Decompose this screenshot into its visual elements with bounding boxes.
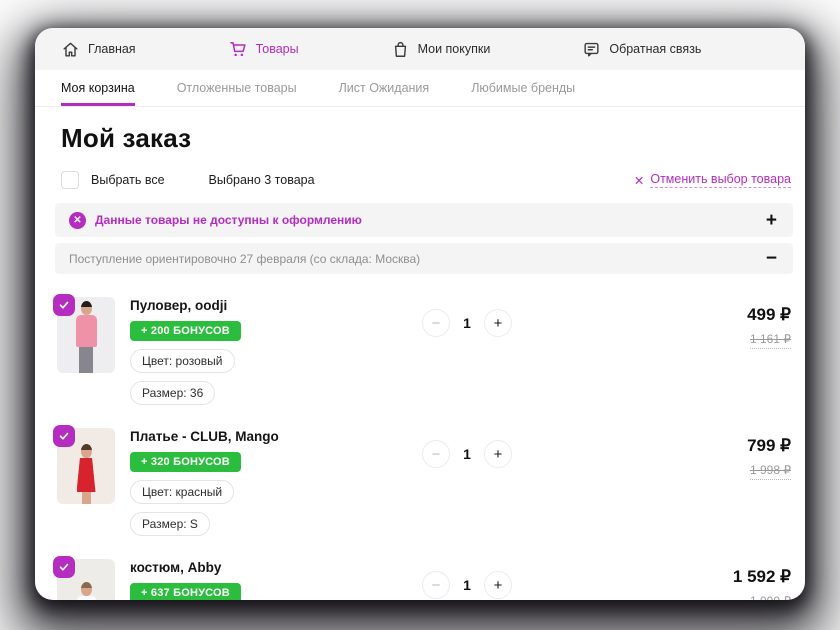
check-icon [58,299,70,311]
product-image[interactable] [57,297,115,373]
product-info: костюм, Abby + 637 БОНУСОВ Цвет: белый, … [130,559,422,600]
select-all-checkbox[interactable] [61,171,79,189]
product-title: Платье - CLUB, Mango [130,429,422,444]
select-all-label: Выбрать все [91,173,165,187]
tab-my-cart[interactable]: Моя корзина [61,70,135,106]
color-pill: Цвет: красный [130,480,234,504]
product-row: костюм, Abby + 637 БОНУСОВ Цвет: белый, … [55,546,793,600]
selected-count: Выбрано 3 товара [209,173,315,187]
cancel-selection-link[interactable]: ✕ Отменить выбор товара [634,172,791,188]
figure-top [76,315,97,347]
cancel-selection-label: Отменить выбор товара [650,172,791,188]
figure-head [81,301,92,315]
product-title: Пуловер, oodji [130,298,422,313]
nav-item-label: Главная [88,42,136,56]
size-pill: Размер: 36 [130,381,215,405]
product-checkbox[interactable] [53,294,75,316]
current-price: 1 592 ₽ [733,567,791,587]
old-price: 1 990 ₽ [750,594,791,600]
current-price: 499 ₽ [747,305,791,325]
current-price: 799 ₽ [747,436,791,456]
figure-top [77,596,96,600]
figure-head [81,444,92,458]
bonus-badge: + 637 БОНУСОВ [130,583,241,600]
tab-waiting-list[interactable]: Лист Ожидания [339,70,430,106]
quantity-value: 1 [463,315,471,331]
nav-item-label: Обратная связь [609,42,701,56]
close-icon: ✕ [634,173,644,188]
selection-row: Выбрать все Выбрано 3 товара ✕ Отменить … [61,171,793,189]
quantity-stepper: − 1 + [422,571,512,599]
product-row: Пуловер, oodji + 200 БОНУСОВ Цвет: розов… [55,284,793,405]
tab-deferred[interactable]: Отложенные товары [177,70,297,106]
arrival-banner-text: Поступление ориентировочно 27 февраля (с… [69,252,420,266]
check-icon [58,561,70,573]
product-info: Пуловер, oodji + 200 БОНУСОВ Цвет: розов… [130,297,422,405]
color-pill: Цвет: розовый [130,349,235,373]
figure-head [81,582,92,596]
product-checkbox[interactable] [53,425,75,447]
product-checkbox[interactable] [53,556,75,578]
cart-content: Мой заказ Выбрать все Выбрано 3 товара ✕… [35,123,805,600]
increase-button[interactable]: + [484,309,512,337]
bonus-badge: + 320 БОНУСОВ [130,452,241,472]
nav-item-home[interactable]: Главная [61,40,136,59]
size-pill: Размер: S [130,512,210,536]
unavailable-banner: ✕ Данные товары не доступны к оформлению… [55,203,793,237]
figure-bottom [79,347,93,373]
error-circle-icon: ✕ [69,212,86,229]
increase-button[interactable]: + [484,440,512,468]
quantity-value: 1 [463,446,471,462]
top-nav: Главная Товары Мои покупки Обратная связ… [35,28,805,70]
product-row: Платье - CLUB, Mango + 320 БОНУСОВ Цвет:… [55,415,793,536]
nav-item-label: Товары [256,42,299,56]
product-info: Платье - CLUB, Mango + 320 БОНУСОВ Цвет:… [130,428,422,536]
arrival-banner: Поступление ориентировочно 27 февраля (с… [55,243,793,274]
nav-item-label: Мои покупки [418,42,491,56]
decrease-button[interactable]: − [422,440,450,468]
expand-banner-button[interactable]: + [764,211,779,230]
collapse-banner-button[interactable]: − [764,249,779,268]
increase-button[interactable]: + [484,571,512,599]
bonus-badge: + 200 БОНУСОВ [130,321,241,341]
product-image[interactable] [57,428,115,504]
feedback-icon [582,40,601,59]
bag-icon [391,40,410,59]
decrease-button[interactable]: − [422,571,450,599]
price-block: 1 592 ₽ 1 990 ₽ [733,567,791,600]
quantity-value: 1 [463,577,471,593]
figure-top [77,458,96,492]
nav-item-purchases[interactable]: Мои покупки [391,40,491,59]
nav-item-feedback[interactable]: Обратная связь [582,40,701,59]
price-block: 499 ₽ 1 161 ₽ [747,305,791,349]
old-price: 1 998 ₽ [750,463,791,480]
old-price: 1 161 ₽ [750,332,791,349]
nav-item-products[interactable]: Товары [228,39,299,59]
figure-bottom [82,492,91,504]
page-title: Мой заказ [61,123,793,154]
cart-tabs: Моя корзина Отложенные товары Лист Ожида… [35,70,805,107]
tab-favorite-brands[interactable]: Любимые бренды [471,70,575,106]
product-image[interactable] [57,559,115,600]
cart-window: Главная Товары Мои покупки Обратная связ… [35,28,805,600]
price-block: 799 ₽ 1 998 ₽ [747,436,791,480]
check-icon [58,430,70,442]
product-title: костюм, Abby [130,560,422,575]
home-icon [61,40,80,59]
cart-icon [228,39,248,59]
quantity-stepper: − 1 + [422,309,512,337]
decrease-button[interactable]: − [422,309,450,337]
quantity-stepper: − 1 + [422,440,512,468]
unavailable-banner-text: Данные товары не доступны к оформлению [95,213,362,227]
